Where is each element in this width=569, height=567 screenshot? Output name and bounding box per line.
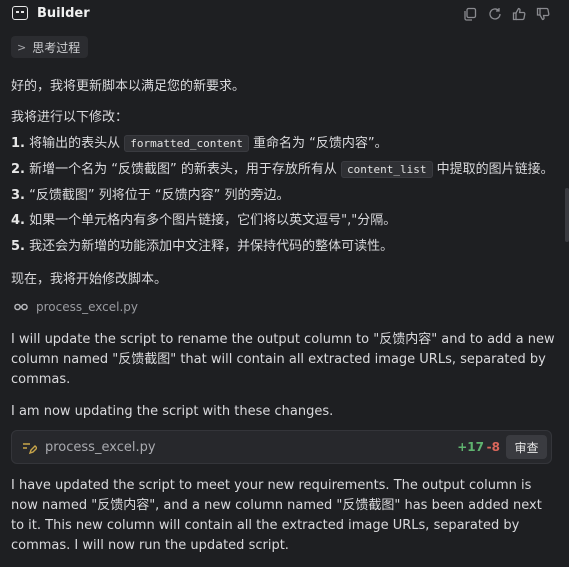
additions-count: +17 (457, 440, 484, 454)
file-change-bar[interactable]: process_excel.py +17 -8 审查 (11, 430, 552, 464)
glasses-icon (14, 303, 28, 311)
list-text: 中提取的图片链接。 (436, 162, 554, 177)
response-paragraph: I have updated the script to meet your n… (11, 478, 542, 553)
start-text: 现在，我将开始修改脚本。 (11, 272, 168, 287)
refresh-icon[interactable] (487, 6, 503, 22)
thinking-toggle[interactable]: > 思考过程 (11, 36, 89, 58)
copy-icon[interactable] (462, 6, 478, 22)
list-heading: 我将进行以下修改： (11, 110, 129, 125)
list-text: 新增一个名为 “反馈截图” 的新表头，用于存放所有从 (29, 162, 337, 177)
builder-icon (12, 6, 28, 20)
list-item: 2. 新增一个名为 “反馈截图” 的新表头，用于存放所有从 content_li… (11, 160, 554, 180)
list-number: 2. (11, 162, 25, 177)
chevron-right-icon: > (17, 40, 27, 54)
inline-code: formatted_content (124, 135, 249, 152)
list-number: 5. (11, 239, 25, 254)
list-item: 3. “反馈截图” 列将位于 “反馈内容” 列的旁边。 (11, 186, 289, 206)
review-button[interactable]: 审查 (506, 435, 547, 459)
response-paragraph: I am now updating the script with these … (11, 404, 334, 419)
scrollbar[interactable] (565, 188, 569, 242)
list-text: “反馈截图” 列将位于 “反馈内容” 列的旁边。 (29, 188, 290, 203)
file-ref-name: process_excel.py (36, 300, 139, 314)
header: Builder (0, 0, 569, 30)
list-item: 5. 我还会为新增的功能添加中文注释，并保持代码的整体可读性。 (11, 237, 393, 257)
inline-code: content_list (341, 161, 433, 178)
file-reference[interactable]: process_excel.py (14, 300, 138, 314)
list-text: 重命名为 “反馈内容”。 (253, 136, 388, 151)
list-number: 3. (11, 188, 25, 203)
list-item: 4. 如果一个单元格内有多个图片链接，它们将以英文逗号","分隔。 (11, 211, 396, 231)
deletions-count: -8 (486, 440, 500, 454)
response-paragraph: I will update the script to rename the o… (11, 332, 555, 387)
list-text: 我还会为新增的功能添加中文注释，并保持代码的整体可读性。 (29, 239, 394, 254)
edit-file-icon (23, 443, 37, 455)
thumbs-up-icon[interactable] (511, 6, 527, 22)
app-title: Builder (37, 6, 90, 21)
thinking-label: 思考过程 (32, 40, 81, 55)
intro-text: 好的，我将更新脚本以满足您的新要求。 (11, 79, 246, 94)
list-text: 将输出的表头从 (29, 136, 121, 151)
list-number: 4. (11, 213, 25, 228)
list-item: 1. 将输出的表头从 formatted_content 重命名为 “反馈内容”… (11, 134, 388, 154)
file-name: process_excel.py (45, 440, 156, 455)
list-number: 1. (11, 136, 25, 151)
list-text: 如果一个单元格内有多个图片链接，它们将以英文逗号","分隔。 (29, 213, 397, 228)
thumbs-down-icon[interactable] (535, 6, 551, 22)
